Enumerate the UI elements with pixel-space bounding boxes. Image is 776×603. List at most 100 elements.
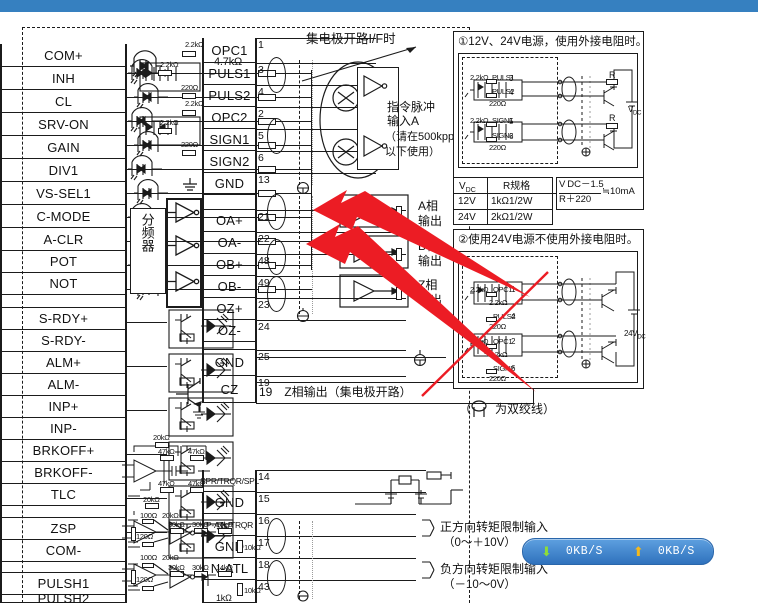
info2-r220-a: 220Ω: [489, 322, 506, 331]
neg-torque-label: 负方向转矩限制输入: [440, 562, 549, 576]
formula-numerator: V DC－1.5: [559, 179, 604, 190]
res-47k-label-3: 47kΩ: [158, 479, 175, 488]
b-phase-label2: 输出: [418, 254, 443, 268]
divider-block-label: 分频器: [139, 213, 155, 252]
left-terminal-srv-on: SRV-ON: [0, 113, 127, 136]
pulse-input-annotation-2: 输入A: [387, 114, 420, 128]
filter-network: [355, 471, 463, 505]
left-terminal-s-rdy-: S-RDY-: [0, 330, 127, 352]
info1-res-sym-1: [486, 79, 497, 84]
center-pin-wire: [256, 320, 406, 322]
shield-ground-2: [296, 308, 310, 323]
pulse-input-annotation-3: （请在500kpps: [385, 131, 460, 143]
res-20k-label-1: 20kΩ: [153, 433, 170, 442]
left-terminal-spacer: [0, 562, 127, 573]
output-block-wire: [127, 322, 167, 324]
left-terminal-cl: CL: [0, 90, 127, 113]
res-10k-label-2: 10kΩ: [244, 586, 261, 595]
twisted-pair-legend-icon: [471, 400, 487, 417]
network-speed-widget[interactable]: ⬇ 0KB/S ⬆ 0KB/S: [522, 538, 714, 565]
driver-box-top: [166, 198, 202, 200]
res-signh-2: [142, 586, 154, 591]
info1-pin3: 3: [509, 74, 514, 83]
res-signh-1: [142, 563, 154, 568]
info2-pin6: 6: [511, 364, 516, 373]
pin-number: 13: [258, 174, 270, 186]
info2-r22k-b: 2.2kΩ: [489, 298, 508, 307]
shield-dotted-upper: [312, 60, 314, 185]
twisted-pair-7: [267, 560, 286, 596]
download-speed-value: 0KB/S: [565, 545, 603, 558]
info1-R-res-2: [606, 123, 618, 129]
center-terminal-opc2: OPC2: [203, 107, 256, 129]
vdc-table-hline-2: [453, 209, 553, 211]
shield-ground-3: [297, 590, 309, 602]
line-driver-outputs: [168, 201, 200, 293]
vdc-row1-spec: 1kΩ1/2W: [491, 196, 533, 207]
left-terminal-gain: GAIN: [0, 136, 127, 159]
info1-vdc-label: VDC: [628, 105, 642, 117]
left-terminal-zsp: ZSP: [0, 518, 127, 540]
res-20k-label-2: 20kΩ: [143, 495, 160, 504]
shield-dashed-upper: [299, 60, 300, 185]
pin-number: 15: [258, 493, 270, 505]
driver-box-right: [200, 198, 202, 308]
center2-pin-wire: [256, 558, 416, 560]
info2-pin2: 2: [511, 337, 516, 346]
res-10k-1: [237, 540, 243, 553]
pin-number: 3: [258, 64, 264, 76]
res-symbol-4: [182, 110, 196, 116]
b-phase-label: B相: [418, 239, 439, 253]
pin-number: 6: [258, 152, 264, 164]
pin-number: 1: [258, 39, 264, 51]
output-block-wire: [127, 366, 167, 368]
center-terminal-opc1: OPC1: [203, 38, 256, 63]
res-22k-opc1: 2.2kΩ: [185, 40, 204, 49]
info1-res-sym-2: [486, 93, 497, 98]
twisted-pair-6: [267, 518, 286, 554]
pin-number: 24: [258, 321, 270, 333]
res-symbol-1: [182, 51, 196, 57]
termination-res-a: [396, 206, 402, 219]
info2-r220-b: 220Ω: [489, 374, 506, 383]
center-pin-wire: [256, 376, 406, 378]
pin-number: 2: [258, 108, 264, 120]
res-10k-2: [237, 583, 243, 596]
arrow-down-icon: ⬇: [541, 544, 552, 559]
pin-number: 4: [258, 86, 264, 98]
vdc-table-header-vdc: VDC: [459, 181, 476, 194]
vdc-row2-v: 24V: [458, 212, 476, 223]
res-label-pulsh-1: 100Ω: [140, 511, 157, 520]
left-terminal-c-mode: C-MODE: [0, 205, 127, 228]
res-220-puls2: 220Ω: [181, 83, 198, 92]
center-terminal-spacer: [203, 342, 256, 350]
res-220-sign2: 220Ω: [181, 140, 198, 149]
enclosure-dashed-top: [22, 27, 470, 28]
res-22k-sign1: 2.2kΩ: [160, 118, 179, 127]
left-terminal-vs-sel1: VS-SEL1: [0, 182, 127, 205]
center-terminal-sign1: SIGN1: [203, 129, 256, 151]
left-terminal-s-rdy-: S-RDY+: [0, 308, 127, 330]
termination-res-z: [396, 287, 402, 300]
formula-denominator: R＋220: [559, 194, 592, 205]
pulse-input-annotation-4: 以下使用）: [385, 146, 440, 158]
twisted-pair-3: [267, 194, 286, 230]
center-terminal-gnd: GND: [203, 173, 256, 195]
twisted-pair-5: [267, 276, 286, 312]
res-pulsh-2: [142, 542, 154, 547]
schematic-page: COM+ INH CL SRV-ON GAIN DIV1 VS-SEL1 C-MODE A-CL…: [0, 0, 776, 603]
center-pin-wire: [256, 350, 406, 352]
pos-torque-range: （0～＋10V）: [443, 537, 516, 549]
left-terminal-brkoff-: BRKOFF-: [0, 462, 127, 484]
cz-note-text: 19 Z相输出（集电极开路）: [259, 385, 412, 399]
info-box-2-title: ②使用24V电源不使用外接电阻时。: [458, 234, 639, 246]
left-terminal-tlc: TLC: [0, 484, 127, 506]
vdc-row1-v: 12V: [458, 196, 476, 207]
driver-box-left: [166, 198, 168, 308]
cz-ground-symbol: [193, 407, 205, 419]
left-terminal-inp-: INP+: [0, 396, 127, 418]
res-22k-opc2: 2.2kΩ: [185, 99, 204, 108]
info1-pin4: 4: [509, 88, 514, 97]
pin-number: 22: [258, 233, 270, 245]
info1-res-sym-3: [486, 122, 497, 127]
